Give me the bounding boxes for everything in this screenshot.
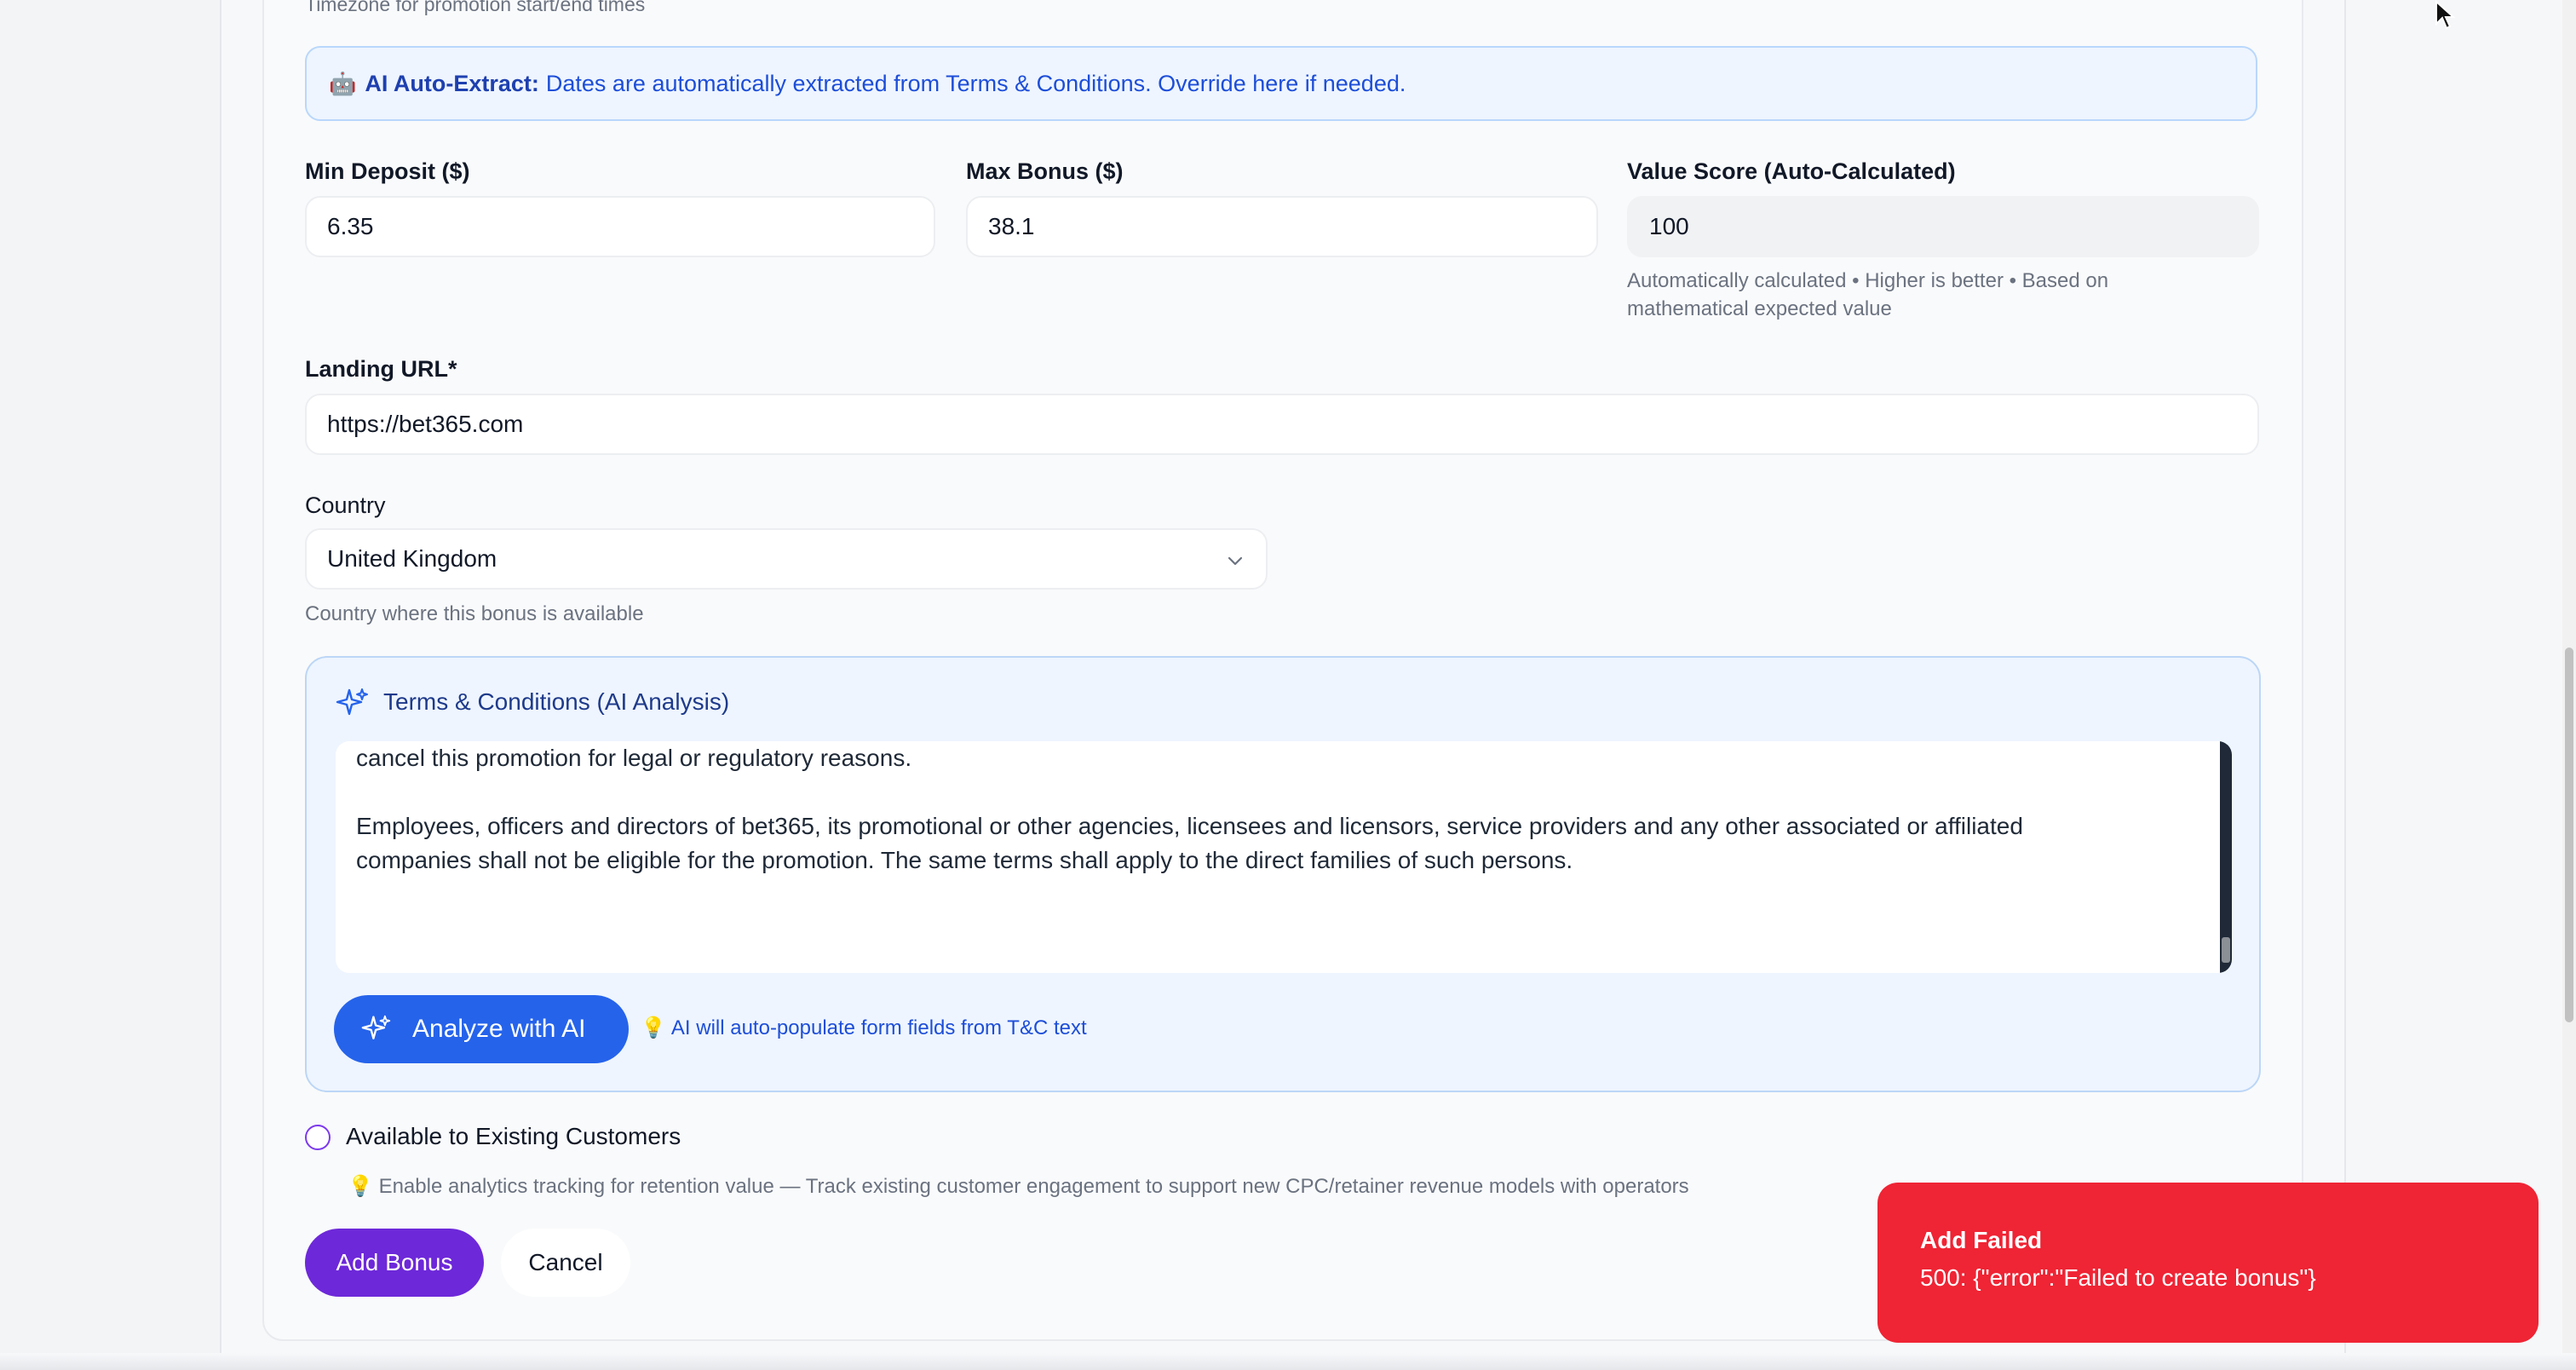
terms-scrollbar-thumb[interactable] [2222, 937, 2230, 963]
landing-url-value: https://bet365.com [327, 411, 524, 437]
page-scrollbar-thumb[interactable] [2565, 648, 2573, 1022]
existing-customers-hint: 💡 Enable analytics tracking for retentio… [348, 1174, 1689, 1199]
toast-message: 500: {"error":"Failed to create bonus"} [1920, 1264, 2316, 1291]
lightbulb-icon: 💡 [641, 1016, 666, 1039]
country-select[interactable]: United Kingdom [305, 528, 1268, 590]
value-score-hint-line1: Automatically calculated • Higher is bet… [1627, 269, 2109, 292]
sparkles-icon [336, 688, 368, 716]
value-score-input: 100 [1627, 196, 2259, 257]
timezone-hint: Timezone for promotion start/end times [305, 0, 646, 15]
lightbulb-icon: 💡 [348, 1175, 373, 1198]
country-hint: Country where this bonus is available [305, 602, 644, 625]
sparkles-icon [361, 1015, 391, 1039]
analyze-with-ai-button[interactable]: Analyze with AI [334, 995, 629, 1063]
ai-banner-text: Dates are automatically extracted from T… [545, 70, 1406, 96]
right-panel [2344, 0, 2576, 1370]
min-deposit-label: Min Deposit ($) [305, 158, 470, 184]
existing-customers-hint-text: Enable analytics tracking for retention … [378, 1175, 1689, 1198]
value-score-value: 100 [1649, 213, 1689, 239]
terms-text: bet365 may, at any time, make minor amen… [356, 745, 2023, 873]
landing-url-label: Landing URL* [305, 356, 457, 382]
value-score-hint-line2: mathematical expected value [1627, 297, 1892, 320]
existing-customers-radio[interactable] [305, 1125, 331, 1150]
terms-title: Terms & Conditions (AI Analysis) [383, 688, 730, 715]
mouse-cursor-icon [2435, 0, 2456, 30]
toast-title: Add Failed [1920, 1227, 2043, 1253]
ai-banner-title: AI Auto-Extract: [365, 70, 539, 96]
country-value: United Kingdom [327, 545, 497, 572]
analyze-hint-text: AI will auto-populate form fields from T… [670, 1016, 1087, 1039]
robot-icon: 🤖 [329, 70, 357, 96]
value-score-label: Value Score (Auto-Calculated) [1627, 158, 1956, 184]
min-deposit-value: 6.35 [327, 213, 374, 239]
existing-customers-label[interactable]: Available to Existing Customers [346, 1123, 681, 1150]
country-label: Country [305, 492, 386, 518]
left-sidebar [0, 0, 221, 1370]
landing-url-input[interactable]: https://bet365.com [305, 394, 2259, 455]
analyze-button-label: Analyze with AI [412, 1015, 586, 1043]
ai-auto-extract-banner: 🤖 AI Auto-Extract: Dates are automatical… [305, 46, 2257, 121]
error-toast[interactable]: Add Failed 500: {"error":"Failed to crea… [1877, 1183, 2539, 1343]
value-score-hint: Automatically calculated • Higher is bet… [1627, 267, 2108, 323]
cancel-button[interactable]: Cancel [501, 1229, 630, 1297]
terms-textarea[interactable]: bet365 may, at any time, make minor amen… [336, 741, 2232, 973]
terms-conditions-panel: Terms & Conditions (AI Analysis) bet365 … [305, 656, 2261, 1092]
max-bonus-value: 38.1 [988, 213, 1035, 239]
max-bonus-label: Max Bonus ($) [966, 158, 1124, 184]
bottom-edge [0, 1353, 2576, 1370]
analyze-hint: 💡 AI will auto-populate form fields from … [641, 1016, 1087, 1040]
add-bonus-button[interactable]: Add Bonus [305, 1229, 484, 1297]
min-deposit-input[interactable]: 6.35 [305, 196, 935, 257]
chevron-down-icon [1228, 556, 1243, 566]
max-bonus-input[interactable]: 38.1 [966, 196, 1598, 257]
